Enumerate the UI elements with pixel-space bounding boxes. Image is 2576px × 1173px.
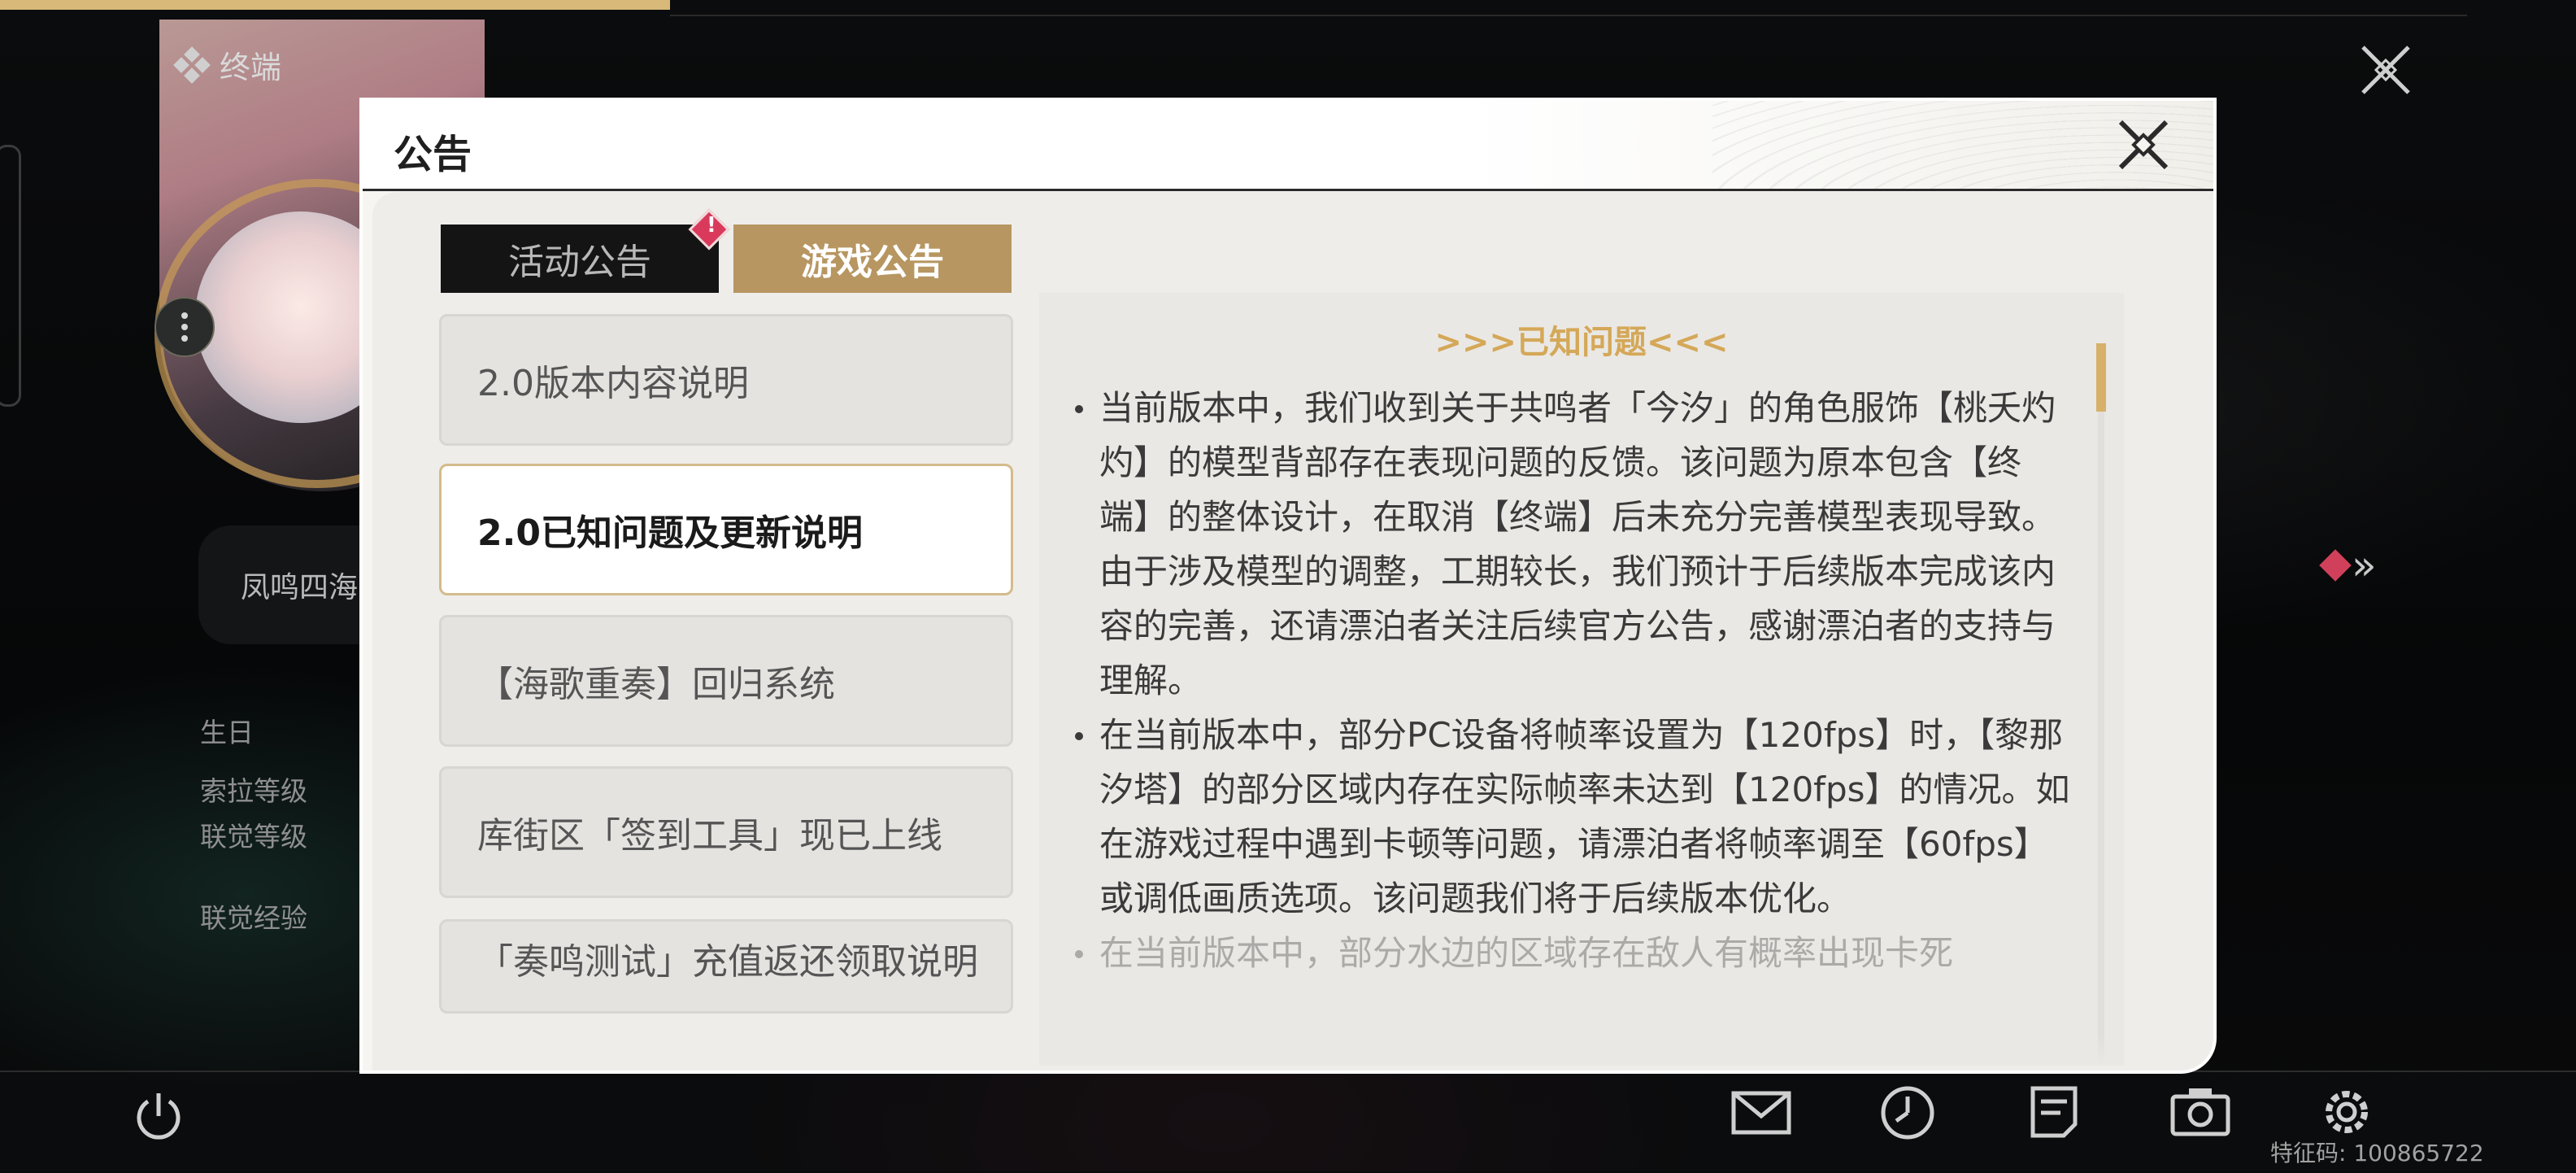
left-edge-frame (0, 145, 21, 407)
content-body: 当前版本中，我们收到关于共鸣者「今汐」的角色服饰【桃夭灼灼】的模型背部存在表现问… (1072, 381, 2072, 980)
list-item-signin-tool[interactable]: 库街区「签到工具」现已上线 (439, 766, 1013, 898)
player-name: 凤鸣四海 (241, 571, 359, 604)
dialog-title: 公告 (394, 132, 472, 177)
tab-game-announcement[interactable]: 游戏公告 (733, 225, 1012, 293)
announcement-dialog: 公告 活动公告 ! 游戏公告 2.0版本内容说明 2.0已知问题及更新说明 【海… (363, 101, 2213, 1071)
list-item-label: 2.0已知问题及更新说明 (477, 512, 863, 554)
notice-icon[interactable] (2021, 1082, 2086, 1142)
tab-label: 活动公告 (508, 242, 651, 283)
stat-birthday: 生日 (200, 717, 254, 748)
close-icon[interactable] (2111, 112, 2176, 177)
exit-icon[interactable] (2355, 39, 2417, 101)
power-icon[interactable] (130, 1088, 187, 1145)
more-icon[interactable] (154, 297, 215, 357)
stat-synesthesia-exp: 联觉经验 (200, 902, 307, 934)
content-paragraph: 在当前版本中，部分水边的区域存在敌人有概率出现卡死 (1072, 926, 2072, 980)
tab-label: 游戏公告 (801, 242, 944, 283)
notification-badge-text: ! (707, 213, 716, 238)
list-item-label: 【海歌重奏】回归系统 (477, 664, 835, 705)
dialog-header: 公告 (363, 101, 2213, 191)
terminal-icon (173, 46, 211, 84)
list-item-return-system[interactable]: 【海歌重奏】回归系统 (439, 615, 1013, 747)
list-item-label: 库街区「签到工具」现已上线 (477, 815, 942, 857)
content-paragraph: 当前版本中，我们收到关于共鸣者「今汐」的角色服饰【桃夭灼灼】的模型背部存在表现问… (1072, 381, 2072, 708)
top-progress-bar (0, 0, 670, 10)
list-item-recharge-refund[interactable]: 「奏鸣测试」充值返还领取说明 (439, 919, 1013, 1014)
terminal-header: 终端 (173, 42, 282, 87)
camera-icon[interactable] (2168, 1082, 2233, 1142)
content-heading: >>>已知问题<<< (1434, 324, 1729, 361)
stat-synesthesia-level: 联觉等级 (200, 821, 307, 852)
list-item-label: 2.0版本内容说明 (477, 363, 749, 404)
list-item-known-issues[interactable]: 2.0已知问题及更新说明 (439, 464, 1013, 595)
gear-icon[interactable] (2314, 1082, 2379, 1142)
scrollbar-thumb[interactable] (2096, 343, 2106, 412)
content-fade (1039, 1033, 2124, 1066)
tab-activity-announcement[interactable]: 活动公告 (441, 225, 719, 293)
mail-icon[interactable] (1729, 1082, 1794, 1142)
terminal-title: 终端 (220, 50, 282, 85)
list-item-label: 「奏鸣测试」充值返还领取说明 (477, 941, 978, 983)
stat-sola-level: 索拉等级 (200, 775, 307, 807)
clock-icon[interactable] (1875, 1082, 1940, 1142)
feature-code: 特征码: 100865722 (2270, 1140, 2484, 1166)
list-item-version-content[interactable]: 2.0版本内容说明 (439, 314, 1013, 446)
expand-arrows[interactable]: » (2319, 542, 2377, 589)
scrollbar-track[interactable] (2098, 347, 2104, 1066)
announcement-content[interactable]: >>>已知问题<<< 当前版本中，我们收到关于共鸣者「今汐」的角色服饰【桃夭灼灼… (1039, 293, 2124, 1066)
alert-gem-icon (2319, 549, 2352, 582)
content-paragraph: 在当前版本中，部分PC设备将帧率设置为【120fps】时，【黎那汐塔】的部分区域… (1072, 708, 2072, 926)
double-chevron-icon: » (2352, 542, 2377, 589)
top-divider (670, 15, 2467, 16)
